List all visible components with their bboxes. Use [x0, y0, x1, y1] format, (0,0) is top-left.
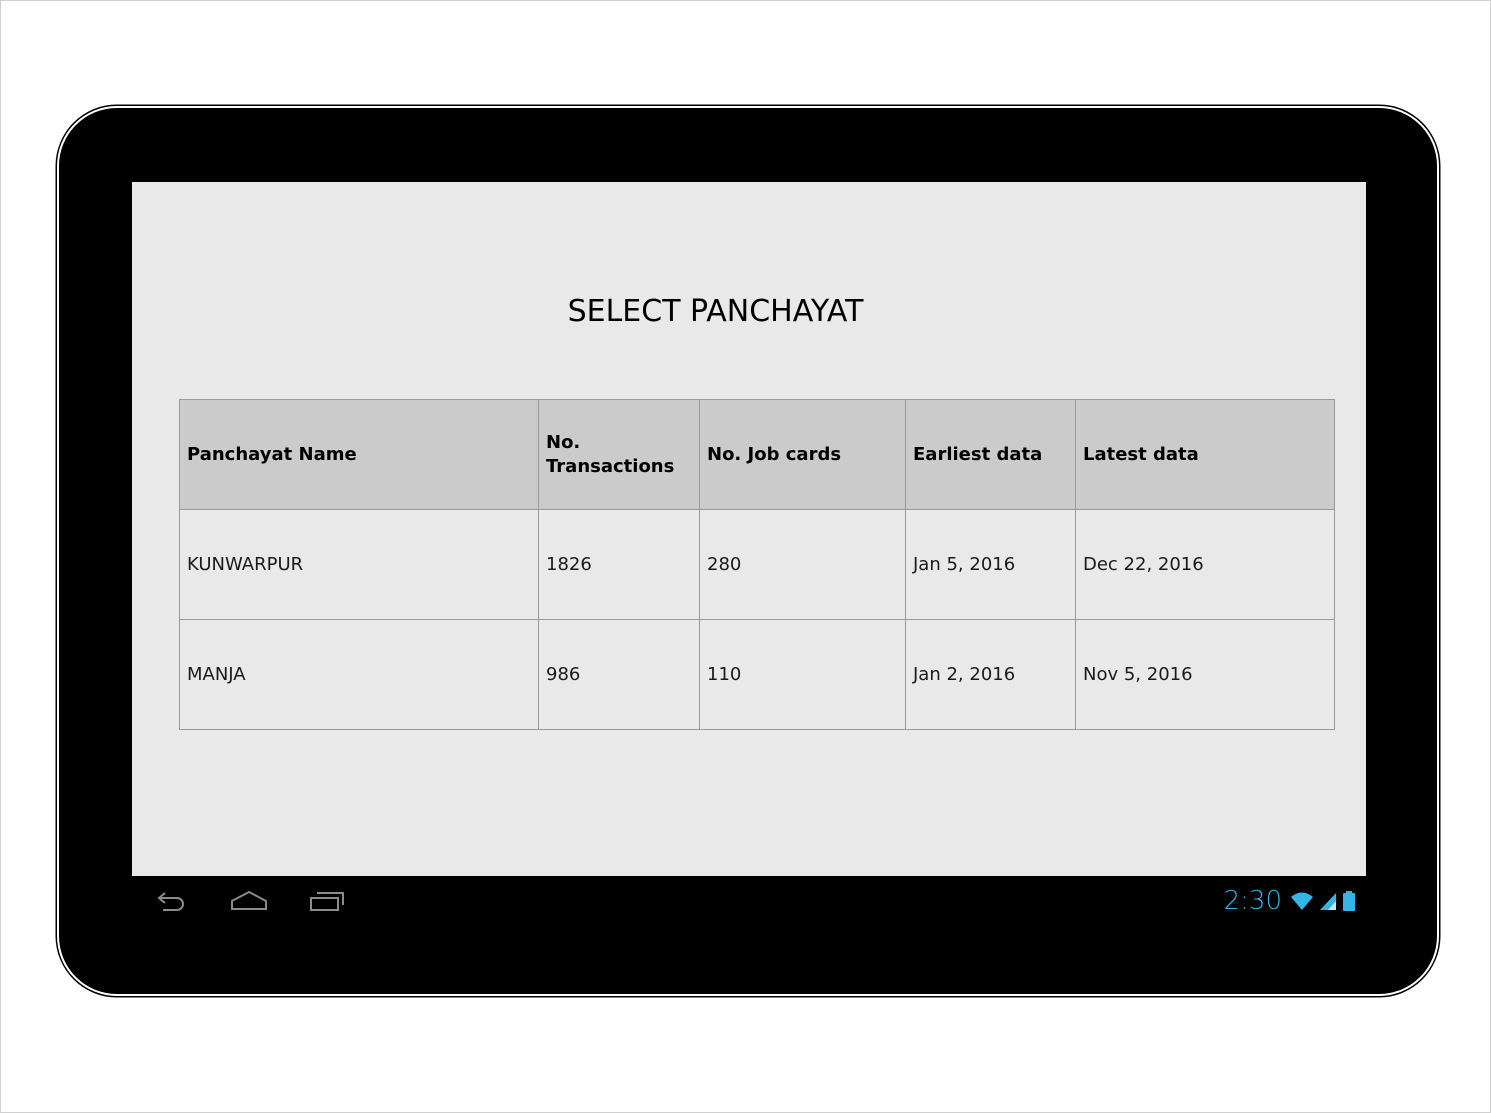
wireframe-canvas: SELECT PANCHAYAT Panchayat Name No. Tran… [0, 0, 1491, 1113]
cell-no-job-cards: 110 [699, 619, 906, 730]
cell-latest-data: Dec 22, 2016 [1075, 509, 1335, 620]
table-row[interactable]: KUNWARPUR 1826 280 Jan 5, 2016 Dec 22, 2… [179, 509, 1335, 620]
cell-earliest-data: Jan 5, 2016 [905, 509, 1076, 620]
header-no-transactions[interactable]: No. Transactions [538, 399, 700, 510]
signal-icon [1320, 893, 1336, 910]
cell-panchayat-name[interactable]: MANJA [179, 619, 539, 730]
home-button[interactable] [226, 884, 272, 918]
header-panchayat-name[interactable]: Panchayat Name [179, 399, 539, 510]
header-no-job-cards[interactable]: No. Job cards [699, 399, 906, 510]
app-screen: SELECT PANCHAYAT Panchayat Name No. Tran… [132, 182, 1366, 876]
tablet-frame: SELECT PANCHAYAT Panchayat Name No. Tran… [59, 108, 1437, 994]
system-nav-bar: 2:30 [132, 876, 1366, 926]
header-latest-data[interactable]: Latest data [1075, 399, 1335, 510]
battery-icon [1343, 891, 1355, 911]
recent-apps-button[interactable] [304, 884, 350, 918]
back-button[interactable] [148, 884, 194, 918]
status-area: 2:30 [1224, 882, 1356, 920]
recent-apps-icon [310, 892, 344, 911]
cell-panchayat-name[interactable]: KUNWARPUR [179, 509, 539, 620]
cell-latest-data: Nov 5, 2016 [1075, 619, 1335, 730]
back-icon [157, 892, 184, 911]
cell-no-transactions: 1826 [538, 509, 700, 620]
clock: 2:30 [1223, 886, 1282, 916]
cell-no-job-cards: 280 [699, 509, 906, 620]
panchayat-table: Panchayat Name No. Transactions No. Job … [179, 399, 1335, 730]
home-icon [231, 890, 267, 910]
header-earliest-data[interactable]: Earliest data [905, 399, 1076, 510]
cell-earliest-data: Jan 2, 2016 [905, 619, 1076, 730]
page-title: SELECT PANCHAYAT [567, 294, 864, 329]
table-row[interactable]: MANJA 986 110 Jan 2, 2016 Nov 5, 2016 [179, 619, 1335, 730]
wifi-icon [1291, 892, 1313, 910]
cell-no-transactions: 986 [538, 619, 700, 730]
table-header-row: Panchayat Name No. Transactions No. Job … [179, 399, 1335, 510]
